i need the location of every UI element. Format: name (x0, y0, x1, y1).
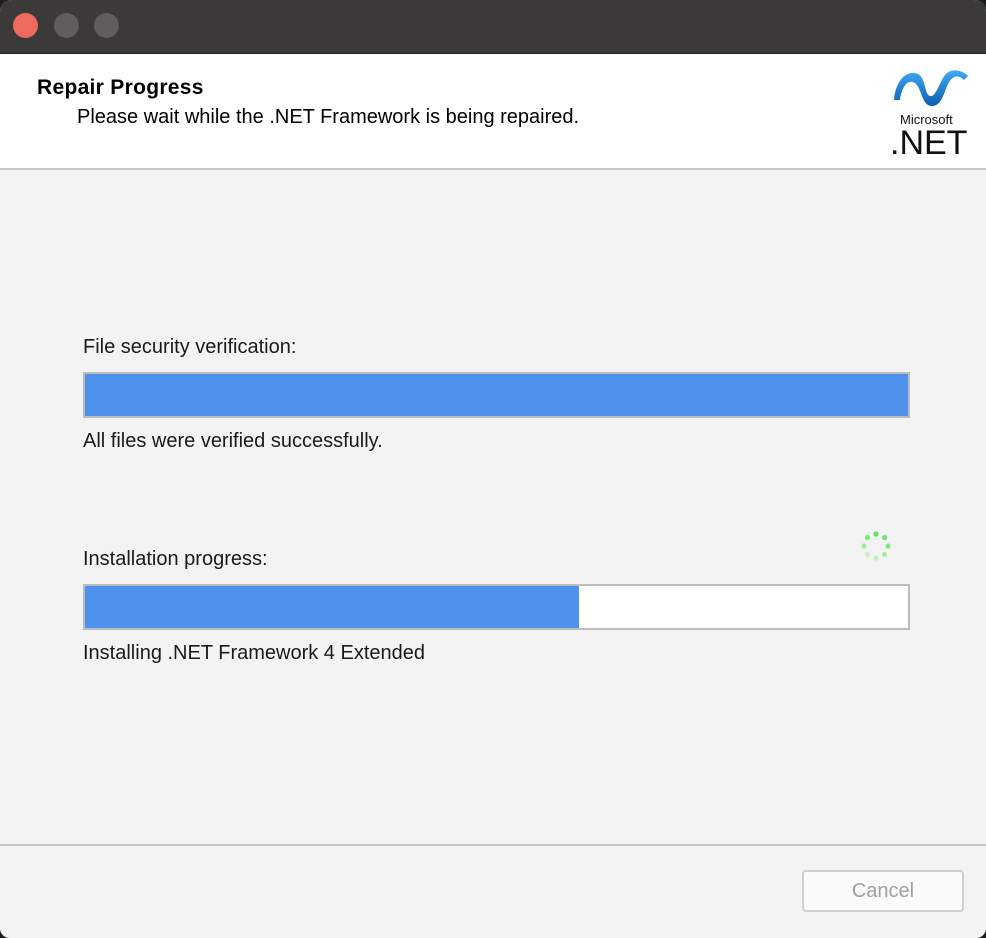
logo-net-text: .NET (890, 124, 967, 156)
close-window-button[interactable] (13, 13, 38, 38)
installation-status: Installing .NET Framework 4 Extended (83, 642, 426, 664)
installation-progress-fill (85, 586, 579, 628)
page-subtitle: Please wait while the .NET Framework is … (77, 106, 580, 128)
net-wave-icon (894, 70, 968, 106)
footer: Cancel (0, 844, 986, 938)
page-title: Repair Progress (37, 76, 204, 99)
minimize-window-button[interactable] (54, 13, 79, 38)
cancel-button[interactable]: Cancel (802, 870, 964, 912)
verification-progress-bar (83, 372, 910, 418)
verification-status: All files were verified successfully. (83, 430, 383, 452)
verification-progress-fill (85, 374, 908, 416)
installation-progress-bar (83, 584, 910, 630)
maximize-window-button[interactable] (94, 13, 119, 38)
installer-window: Repair Progress Please wait while the .N… (0, 0, 986, 938)
header-banner: Repair Progress Please wait while the .N… (0, 54, 986, 170)
content-area: File security verification: All files we… (0, 170, 986, 844)
verification-label: File security verification: (83, 336, 297, 358)
dotnet-logo: Microsoft .NET (890, 70, 968, 156)
loading-spinner-icon (861, 531, 891, 561)
title-bar (0, 0, 986, 54)
installation-label: Installation progress: (83, 548, 268, 570)
